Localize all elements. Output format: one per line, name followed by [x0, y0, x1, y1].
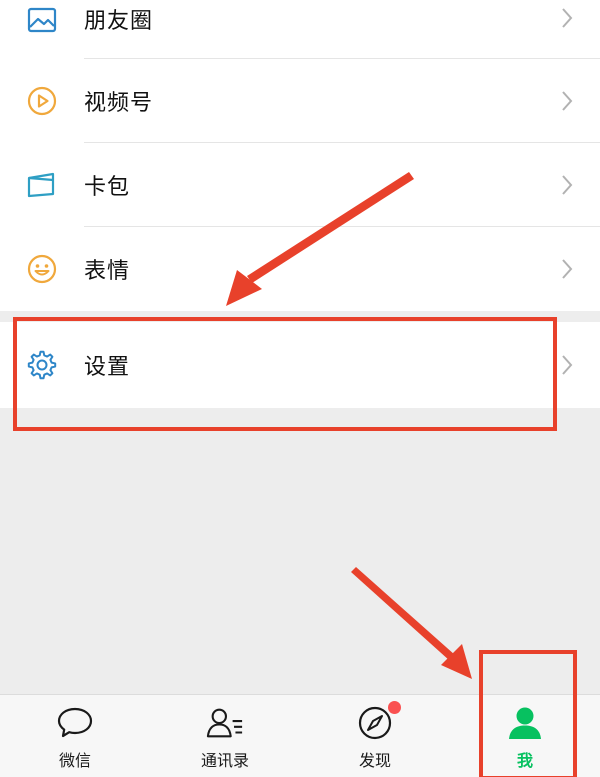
gear-icon	[26, 349, 58, 381]
menu-item-moments[interactable]: 朋友圈	[0, 0, 600, 59]
menu-item-label: 设置	[84, 355, 131, 380]
bottom-tab-bar: 微信 通讯录 发现 我	[0, 694, 600, 777]
chat-bubble-icon	[56, 705, 94, 741]
wechat-me-screen: 朋友圈 视频号 卡包 表情 设置 微信 通讯录 发现 我	[0, 0, 600, 777]
channels-play-icon	[26, 85, 58, 117]
chevron-right-icon	[562, 355, 573, 375]
card-wallet-icon	[26, 169, 58, 201]
menu-list: 朋友圈 视频号 卡包 表情	[0, 0, 600, 311]
tab-label: 我	[516, 751, 533, 770]
menu-item-settings[interactable]: 设置	[0, 322, 600, 408]
tab-label: 发现	[358, 751, 391, 770]
tab-chats[interactable]: 微信	[0, 695, 150, 777]
settings-group: 设置	[0, 322, 600, 408]
menu-item-stickers[interactable]: 表情	[0, 227, 600, 311]
menu-item-label: 视频号	[84, 91, 154, 116]
menu-item-card-wallet[interactable]: 卡包	[0, 143, 600, 227]
annotation-arrow	[351, 567, 472, 679]
menu-item-label: 朋友圈	[84, 9, 154, 34]
tab-me[interactable]: 我	[450, 695, 600, 777]
notification-badge-dot	[388, 701, 401, 714]
chevron-right-icon	[562, 175, 573, 195]
tab-contacts[interactable]: 通讯录	[150, 695, 300, 777]
tab-label: 微信	[58, 751, 91, 770]
person-icon	[506, 705, 544, 741]
tab-discover[interactable]: 发现	[300, 695, 450, 777]
chevron-right-icon	[562, 91, 573, 111]
menu-item-label: 卡包	[84, 175, 131, 200]
chevron-right-icon	[562, 8, 573, 28]
chevron-right-icon	[562, 259, 573, 279]
moments-photo-icon	[26, 4, 58, 36]
sticker-smile-icon	[26, 253, 58, 285]
contacts-icon	[206, 705, 244, 741]
menu-item-channels[interactable]: 视频号	[0, 59, 600, 143]
tab-label: 通讯录	[200, 751, 249, 770]
menu-item-label: 表情	[84, 259, 131, 284]
